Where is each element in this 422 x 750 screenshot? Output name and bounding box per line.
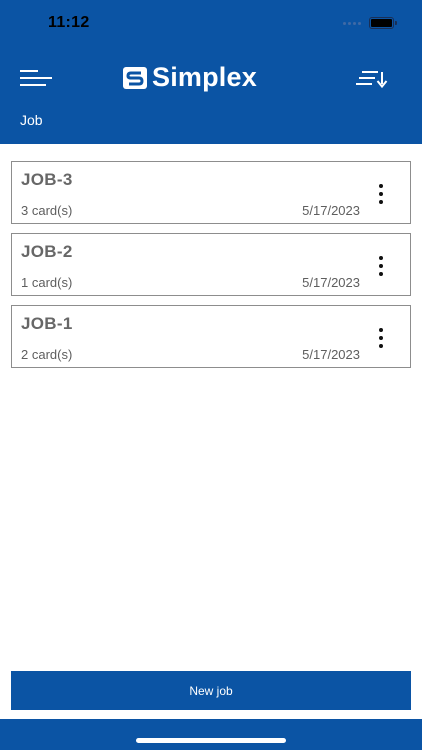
job-card-count: 2 card(s) [21,347,73,362]
menu-button[interactable] [20,70,52,88]
brand-logo: Simplex [122,62,257,93]
sort-button[interactable] [356,68,388,90]
battery-icon [369,17,397,29]
job-name: JOB-2 [21,242,73,261]
more-options-icon[interactable] [378,184,384,204]
more-options-icon[interactable] [378,328,384,348]
section-title: Job [20,112,43,128]
job-date: 5/17/2023 [302,275,360,290]
job-list: JOB-3 3 card(s) 5/17/2023 JOB-2 1 card(s… [11,161,411,377]
job-card-count: 1 card(s) [21,275,73,290]
menu-lines-icon [20,70,52,86]
brand-name: Simplex [152,62,257,92]
more-options-icon[interactable] [378,256,384,276]
status-time: 11:12 [48,14,90,31]
job-card[interactable]: JOB-2 1 card(s) 5/17/2023 [11,233,411,296]
signal-icon [343,21,361,25]
status-indicators [343,17,397,29]
bottom-bar [0,719,422,750]
job-name: JOB-3 [21,170,73,189]
job-date: 5/17/2023 [302,347,360,362]
job-card[interactable]: JOB-1 2 card(s) 5/17/2023 [11,305,411,368]
job-date: 5/17/2023 [302,203,360,218]
app-header: 11:12 Simplex Job [0,0,422,144]
job-card[interactable]: JOB-3 3 card(s) 5/17/2023 [11,161,411,224]
sort-descending-icon [356,71,388,89]
home-indicator[interactable] [136,738,286,743]
job-card-count: 3 card(s) [21,203,73,218]
job-name: JOB-1 [21,314,73,333]
new-job-button[interactable]: New job [11,671,411,710]
simplex-logo-icon [123,66,147,89]
